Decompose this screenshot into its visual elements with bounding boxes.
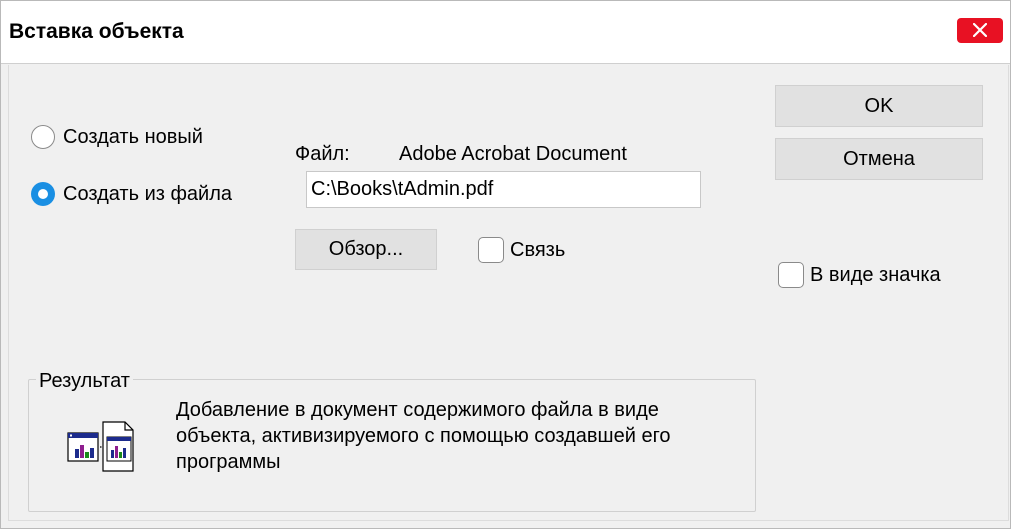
create-new-radio[interactable] (31, 125, 55, 149)
display-as-icon-label[interactable]: В виде значка (810, 263, 941, 287)
insert-object-dialog: Вставка объекта Создать новый Создать из… (0, 0, 1011, 529)
dialog-title: Вставка объекта (9, 20, 184, 43)
result-description: Добавление в документ содержимого файла … (176, 399, 671, 473)
result-group-caption: Результат (36, 370, 133, 392)
create-new-label[interactable]: Создать новый (63, 125, 203, 149)
close-icon (973, 23, 987, 37)
create-from-file-label[interactable]: Создать из файла (63, 182, 232, 206)
file-path-input[interactable]: C:\Books\tAdmin.pdf (306, 171, 701, 208)
file-type-text: Adobe Acrobat Document (399, 143, 627, 165)
browse-button[interactable]: Обзор... (295, 229, 437, 270)
create-from-file-radio[interactable] (31, 182, 55, 206)
close-button[interactable] (957, 18, 1003, 43)
title-bar: Вставка объекта (1, 1, 1010, 63)
ok-button[interactable]: OK (775, 85, 983, 127)
file-label: Файл: (295, 143, 350, 165)
display-as-icon-checkbox[interactable] (778, 262, 804, 288)
cancel-button[interactable]: Отмена (775, 138, 983, 180)
embed-object-icon (67, 421, 135, 473)
link-checkbox[interactable] (478, 237, 504, 263)
link-label[interactable]: Связь (510, 238, 565, 262)
title-divider (1, 63, 1010, 64)
